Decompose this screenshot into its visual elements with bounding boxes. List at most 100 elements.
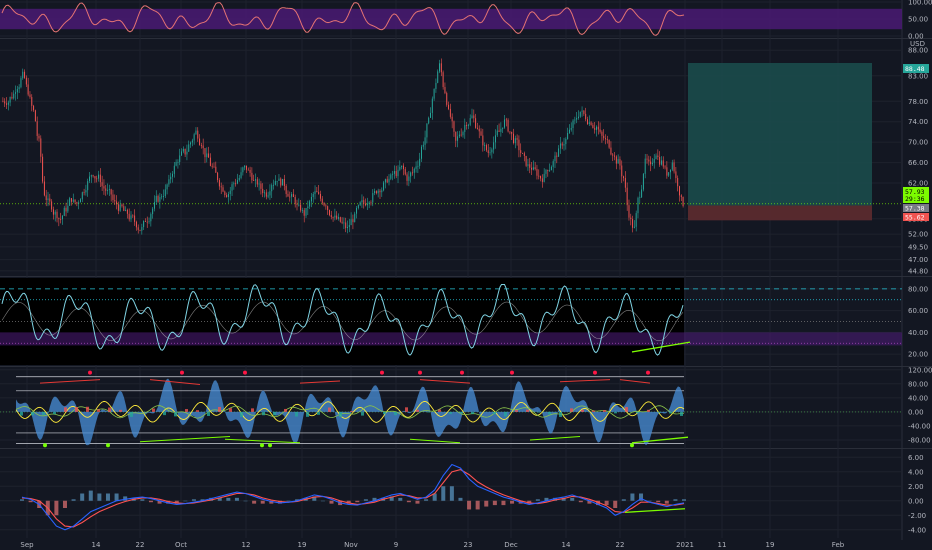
candle-body[interactable] [40,138,42,157]
candle-body[interactable] [76,202,78,204]
candle-body[interactable] [491,149,493,153]
candle-body[interactable] [307,206,309,208]
candle-body[interactable] [258,183,260,185]
candle-body[interactable] [65,207,67,212]
candle-body[interactable] [334,215,336,218]
candle-body[interactable] [292,194,294,198]
candle-body[interactable] [61,215,63,220]
candle-body[interactable] [227,193,229,198]
candle-body[interactable] [621,165,623,177]
candle-body[interactable] [260,183,262,189]
candle-body[interactable] [312,194,314,197]
candle-body[interactable] [294,197,296,204]
candle-body[interactable] [498,130,500,132]
candle-body[interactable] [610,147,612,155]
candle-body[interactable] [469,118,471,125]
candle-body[interactable] [392,173,394,175]
candle-body[interactable] [218,180,220,187]
candle-body[interactable] [157,195,159,202]
candle-body[interactable] [666,167,668,176]
candle-body[interactable] [540,176,542,179]
candle-body[interactable] [58,218,60,220]
candle-body[interactable] [541,178,543,182]
candle-body[interactable] [236,180,238,184]
candle-body[interactable] [90,175,92,177]
candle-body[interactable] [195,130,197,135]
candle-body[interactable] [406,174,408,181]
candle-body[interactable] [442,72,444,87]
candle-body[interactable] [552,161,554,167]
candle-body[interactable] [144,221,146,222]
candle-body[interactable] [668,172,670,176]
candle-body[interactable] [79,199,81,203]
candle-body[interactable] [83,192,85,194]
candle-body[interactable] [455,131,457,141]
candle-body[interactable] [274,181,276,185]
candle-body[interactable] [235,183,237,185]
candle-body[interactable] [366,203,368,206]
candle-body[interactable] [419,158,421,166]
candle-body[interactable] [191,140,193,143]
candle-body[interactable] [222,187,224,192]
candle-body[interactable] [318,192,320,194]
candle-body[interactable] [164,189,166,197]
candle-body[interactable] [428,117,430,124]
candle-body[interactable] [31,97,33,106]
candle-body[interactable] [78,202,80,204]
candle-body[interactable] [475,118,477,128]
candle-body[interactable] [38,135,40,139]
candle-body[interactable] [29,94,31,98]
candle-body[interactable] [226,195,228,198]
candle-body[interactable] [328,210,330,216]
candle-body[interactable] [143,221,145,228]
candle-body[interactable] [179,155,181,162]
candle-body[interactable] [52,209,54,215]
candle-body[interactable] [152,208,154,215]
candle-body[interactable] [404,169,406,175]
candle-body[interactable] [480,131,482,136]
candle-body[interactable] [471,115,473,119]
candle-body[interactable] [381,190,383,193]
candle-body[interactable] [34,110,36,122]
candle-body[interactable] [568,129,570,133]
candle-body[interactable] [379,190,381,193]
candle-body[interactable] [303,210,305,216]
candle-body[interactable] [393,171,395,174]
candle-body[interactable] [399,166,401,170]
candle-body[interactable] [188,144,190,152]
candle-body[interactable] [22,71,24,79]
candle-body[interactable] [224,191,226,196]
candle-body[interactable] [126,209,128,214]
candle-body[interactable] [426,123,428,138]
candle-body[interactable] [309,201,311,207]
candle-body[interactable] [567,132,569,140]
candle-body[interactable] [502,127,504,129]
candle-body[interactable] [206,153,208,158]
candle-body[interactable] [509,131,511,133]
candle-body[interactable] [135,221,137,228]
candle-body[interactable] [682,196,684,207]
candle-body[interactable] [448,104,450,109]
candle-body[interactable] [595,126,597,130]
candle-body[interactable] [503,119,505,128]
candle-body[interactable] [123,206,125,211]
candle-body[interactable] [42,156,44,182]
candle-body[interactable] [217,172,219,181]
candle-body[interactable] [89,176,91,182]
candle-body[interactable] [641,189,643,198]
candle-body[interactable] [356,207,358,214]
candle-body[interactable] [98,174,100,179]
candle-body[interactable] [588,122,590,125]
candle-body[interactable] [350,219,352,226]
candle-body[interactable] [249,169,251,173]
candle-body[interactable] [513,133,514,144]
candle-body[interactable] [522,152,524,154]
candle-body[interactable] [54,211,56,215]
candle-body[interactable] [4,101,6,104]
target-zone[interactable] [688,62,872,206]
candle-body[interactable] [244,165,246,168]
candle-body[interactable] [262,188,264,194]
candle-body[interactable] [265,192,267,197]
candle-body[interactable] [642,173,644,190]
candle-body[interactable] [314,191,316,195]
